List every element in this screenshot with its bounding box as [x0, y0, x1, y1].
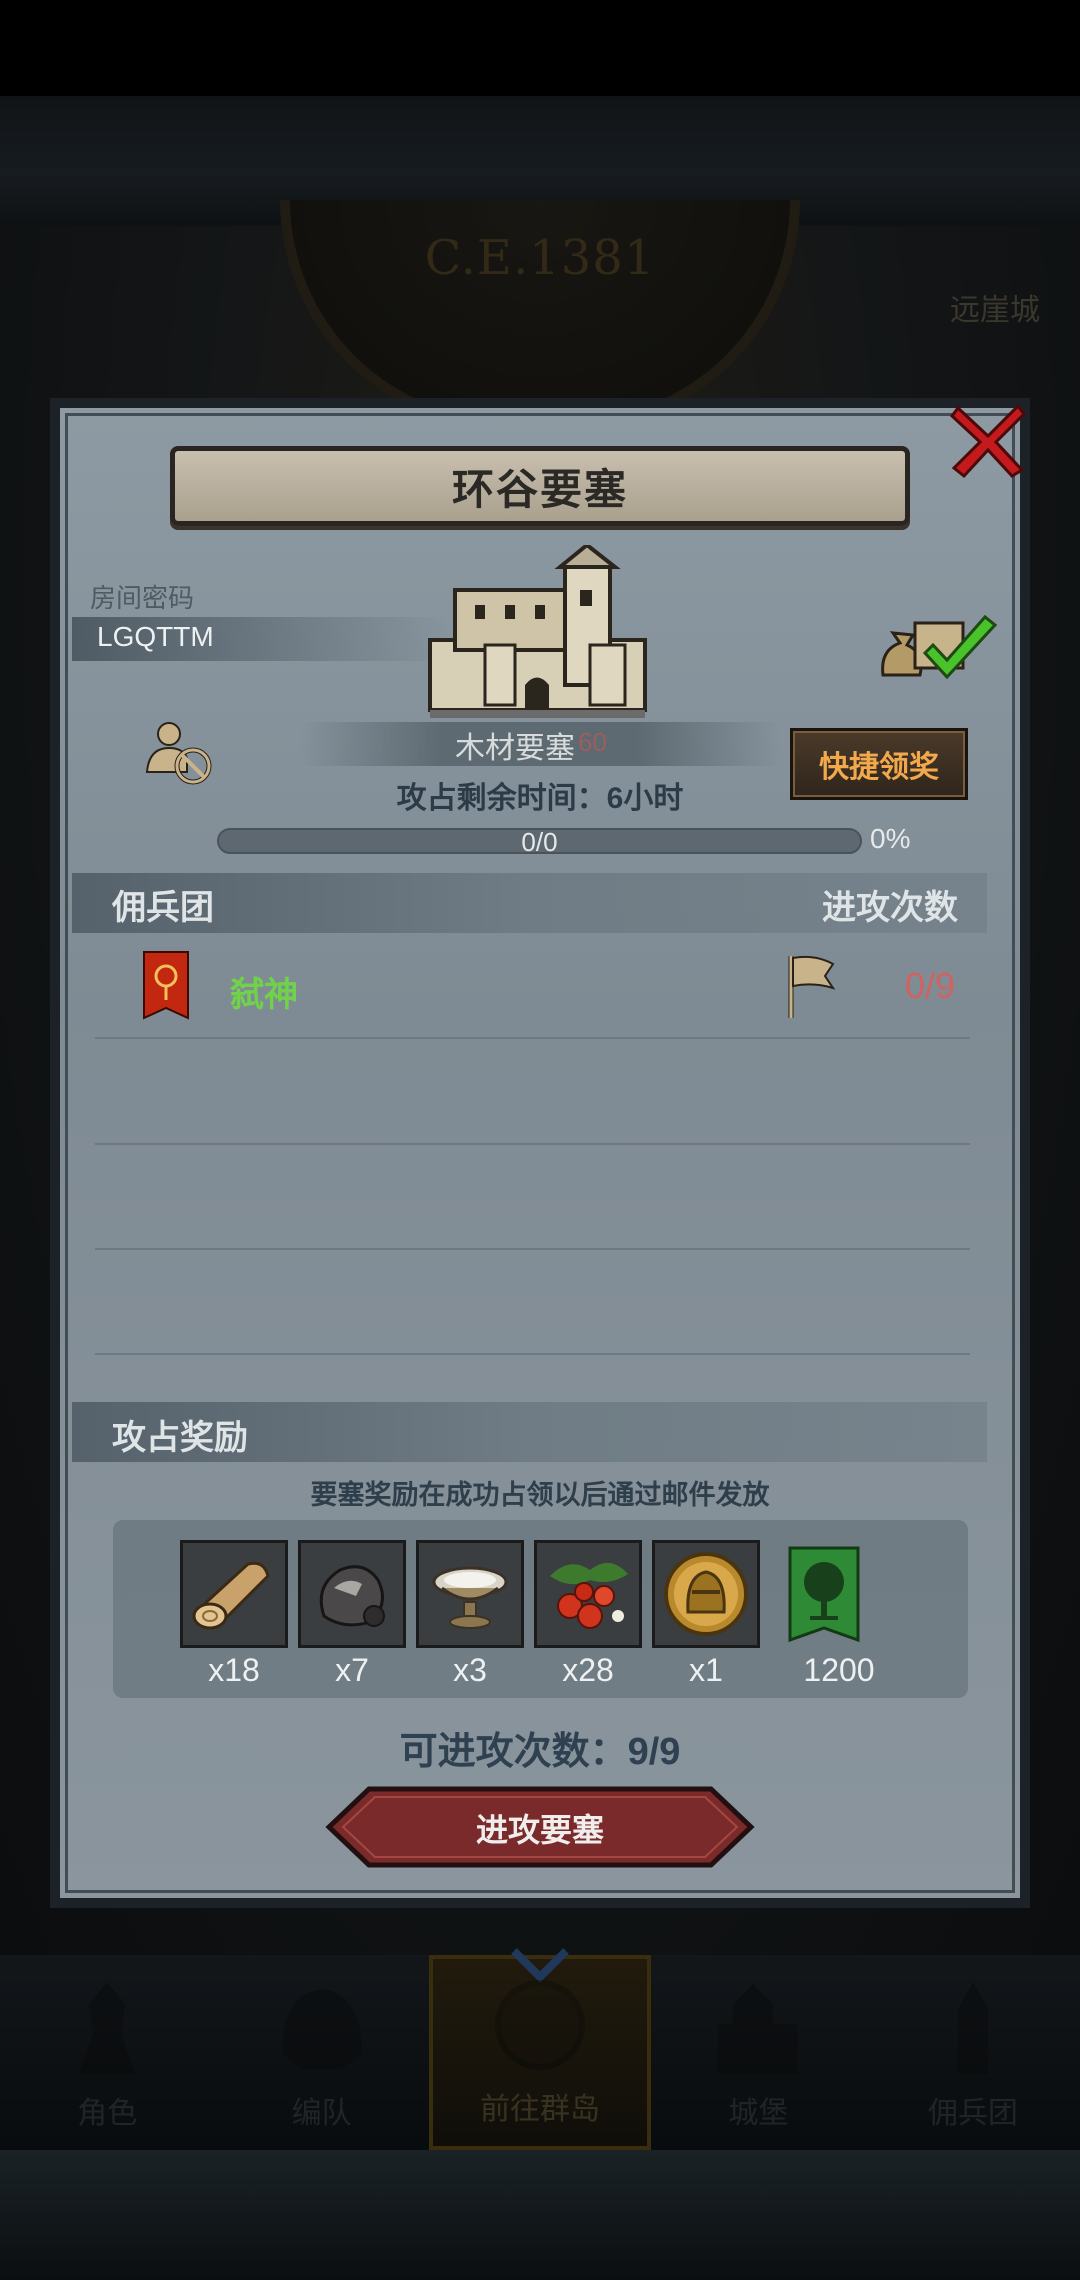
flag-icon — [788, 955, 836, 1018]
reward-item[interactable] — [770, 1540, 878, 1648]
guild-attack-count: 0/9 — [905, 965, 956, 1006]
attack-fortress-label: 进攻要塞 — [475, 1812, 604, 1848]
attack-fortress-button[interactable]: 进攻要塞 — [325, 1785, 755, 1869]
reward-count: x1 — [689, 1652, 723, 1688]
status-bar — [0, 0, 1080, 96]
time-remaining: 攻占剩余时间：6小时 — [396, 782, 684, 815]
available-attacks: 可进攻次数：9/9 — [399, 1731, 681, 1773]
row-divider — [95, 1037, 970, 1039]
building-value: 60 — [578, 727, 607, 757]
row-divider — [95, 1353, 970, 1355]
room-code[interactable]: LGQTTM — [97, 621, 214, 653]
dialog-title-plate: 环谷要塞 — [170, 446, 910, 526]
reward-item[interactable] — [298, 1540, 406, 1648]
capture-progress-text: 0/0 — [521, 827, 558, 857]
reward-item[interactable] — [534, 1540, 642, 1648]
tree-banner-icon — [788, 1546, 860, 1643]
offering-bowl-icon — [432, 1566, 508, 1629]
fortress-icon — [428, 545, 647, 718]
close-button[interactable] — [940, 392, 1036, 488]
capture-progress-percent: 0% — [870, 823, 911, 854]
reward-count: x28 — [562, 1652, 614, 1688]
guild-name: 弑神 — [230, 976, 298, 1014]
attacks-header: 进攻次数 — [822, 889, 958, 927]
reward-item[interactable] — [652, 1540, 760, 1648]
guild-banner-icon — [143, 951, 189, 1020]
building-name: 木材要塞 — [455, 732, 575, 765]
reward-count: x3 — [453, 1652, 487, 1688]
capture-progress-bar: 0/0 — [217, 827, 862, 857]
supplies-claimed-icon[interactable] — [875, 605, 1000, 685]
reward-count: x18 — [208, 1652, 260, 1688]
rewards-note: 要塞奖励在成功占领以后通过邮件发放 — [310, 1480, 770, 1510]
ore-rock-icon — [319, 1565, 385, 1627]
row-divider — [95, 1143, 970, 1145]
rewards-header: 攻占奖励 — [112, 1419, 248, 1457]
system-nav-area — [0, 2150, 1080, 2280]
close-icon — [949, 403, 1026, 479]
berries-icon — [550, 1562, 628, 1629]
reward-item[interactable] — [180, 1540, 288, 1648]
mercenary-header: 佣兵团 — [112, 889, 214, 927]
dialog-title: 环谷要塞 — [451, 465, 628, 513]
reward-count: x7 — [335, 1652, 369, 1688]
wood-log-icon — [192, 1561, 270, 1630]
row-divider — [95, 1248, 970, 1250]
reward-item[interactable] — [416, 1540, 524, 1648]
knight-helmet-medal-icon — [664, 1552, 748, 1636]
reward-count: 1200 — [803, 1652, 875, 1688]
room-password-label: 房间密码 — [90, 583, 195, 613]
